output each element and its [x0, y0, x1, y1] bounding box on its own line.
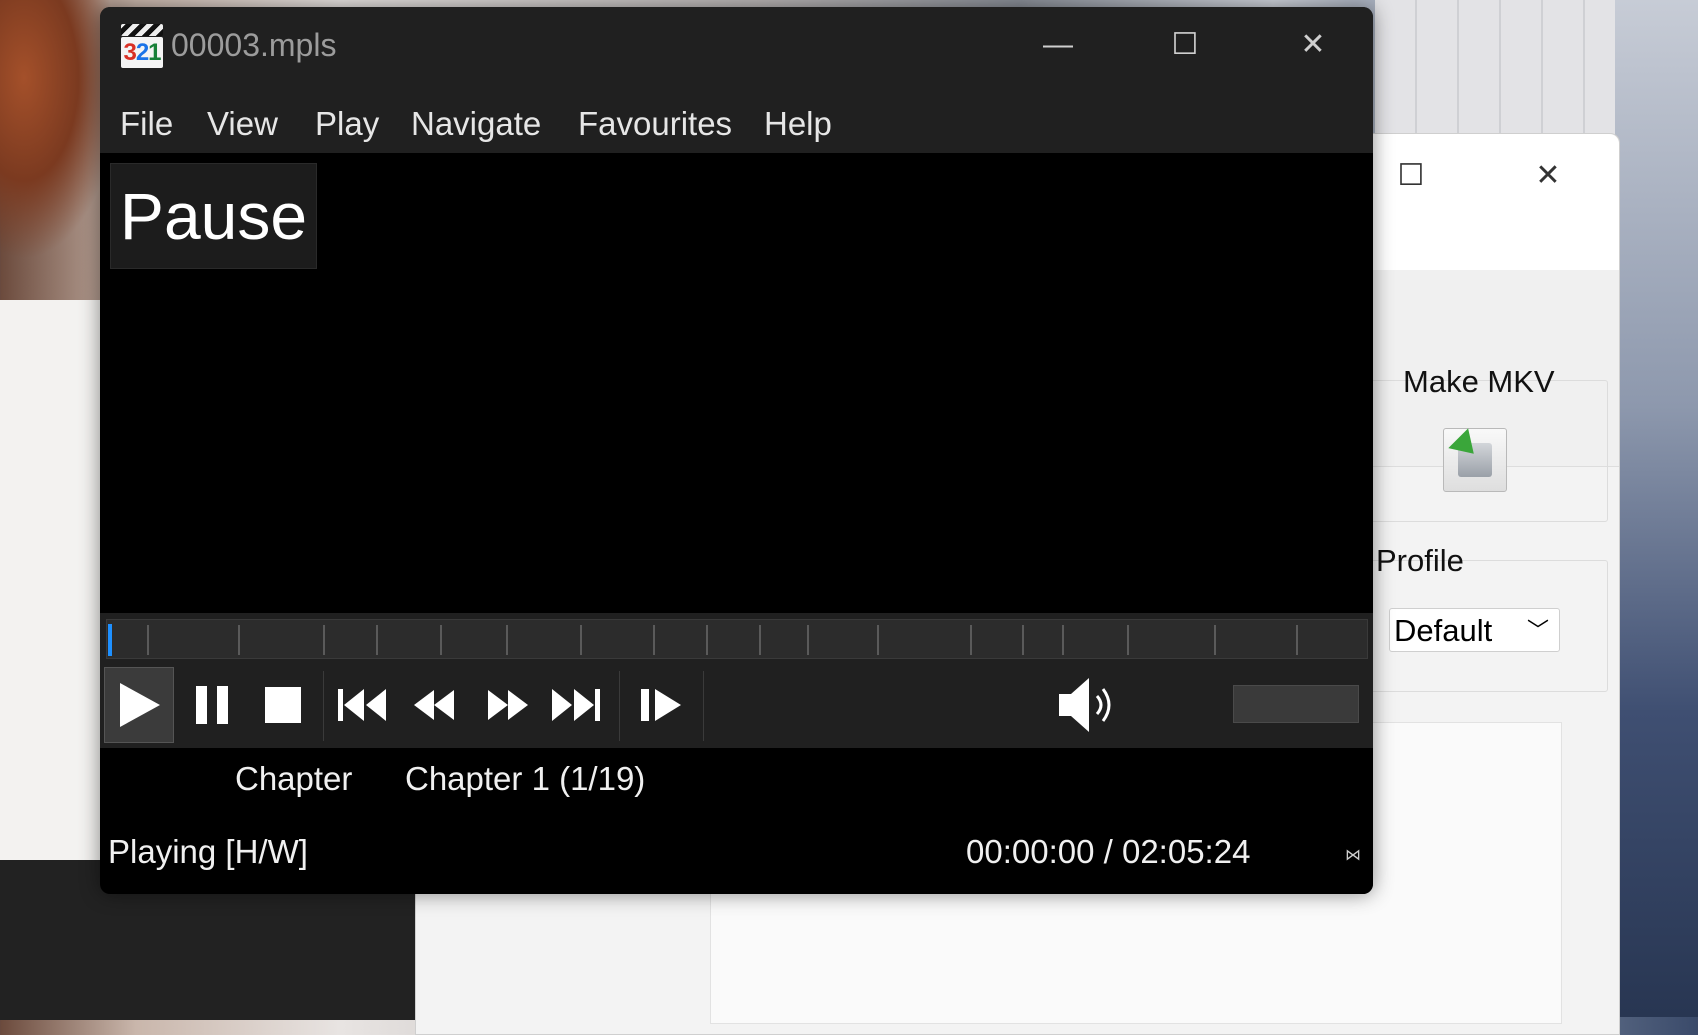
- separator: [323, 671, 324, 741]
- chapter-tick: [147, 625, 149, 655]
- play-button[interactable]: [104, 667, 174, 743]
- chapter-tick: [759, 625, 761, 655]
- close-icon[interactable]: ✕: [1283, 25, 1343, 65]
- frame-step-icon: [641, 689, 681, 721]
- stop-button[interactable]: [255, 667, 311, 743]
- profile-select[interactable]: Default ﹀: [1389, 608, 1560, 652]
- profile-label: Profile: [1376, 543, 1464, 578]
- info-label: Chapter: [235, 760, 353, 797]
- seek-position-marker[interactable]: [108, 624, 112, 656]
- info-value: Chapter 1 (1/19): [405, 760, 646, 797]
- make-mkv-button[interactable]: [1443, 428, 1507, 492]
- menu-view[interactable]: View: [207, 105, 278, 143]
- chapter-tick: [1062, 625, 1064, 655]
- speaker-icon: [1059, 678, 1111, 732]
- osd-message: Pause: [110, 163, 317, 269]
- chapter-tick: [970, 625, 972, 655]
- chapter-tick: [706, 625, 708, 655]
- chapter-tick: [1296, 625, 1298, 655]
- fast-forward-button[interactable]: [478, 667, 538, 743]
- previous-button[interactable]: [332, 667, 392, 743]
- chapter-tick: [877, 625, 879, 655]
- wallpaper-right: [1615, 0, 1698, 1017]
- chapter-tick: [376, 625, 378, 655]
- mute-button[interactable]: [1053, 667, 1123, 743]
- media-player-window[interactable]: 321 00003.mpls — ☐ ✕ File View Play Navi…: [100, 7, 1373, 894]
- info-panel: Chapter Chapter 1 (1/19): [100, 748, 1373, 812]
- profile-select-value: Default: [1394, 613, 1493, 648]
- rewind-icon: [414, 690, 454, 720]
- chapter-tick: [238, 625, 240, 655]
- chapter-tick: [1214, 625, 1216, 655]
- menu-play[interactable]: Play: [315, 105, 379, 143]
- pause-icon: [196, 686, 228, 724]
- menu-favourites[interactable]: Favourites: [578, 105, 732, 143]
- maximize-icon[interactable]: ☐: [1155, 25, 1215, 65]
- chapter-tick: [653, 625, 655, 655]
- minimize-icon[interactable]: —: [1028, 25, 1088, 65]
- controls-bar: [100, 663, 1373, 748]
- video-area[interactable]: Pause: [100, 153, 1373, 613]
- title-bar[interactable]: 321 00003.mpls — ☐ ✕: [100, 7, 1373, 83]
- maximize-icon[interactable]: ☐: [1391, 156, 1431, 196]
- play-icon: [120, 683, 160, 727]
- volume-slider[interactable]: [1233, 685, 1359, 723]
- frame-step-button[interactable]: [632, 667, 692, 743]
- chapter-tick: [506, 625, 508, 655]
- playback-status: Playing [H/W]: [108, 833, 308, 870]
- rewind-button[interactable]: [404, 667, 464, 743]
- skip-forward-icon: [552, 689, 600, 721]
- status-bar: Playing [H/W] 00:00:00 / 02:05:24 ⋈: [100, 811, 1373, 894]
- menu-help[interactable]: Help: [764, 105, 832, 143]
- seek-area: [100, 613, 1373, 663]
- fast-forward-icon: [488, 690, 528, 720]
- make-mkv-label: Make MKV: [1403, 364, 1555, 399]
- wallpaper-wall: [1375, 0, 1615, 140]
- menu-bar: File View Play Navigate Favourites Help: [100, 83, 1373, 153]
- close-icon[interactable]: ✕: [1528, 156, 1568, 196]
- chapter-tick: [323, 625, 325, 655]
- menu-navigate[interactable]: Navigate: [411, 105, 541, 143]
- next-button[interactable]: [546, 667, 606, 743]
- window-title: 00003.mpls: [171, 27, 337, 63]
- time-display[interactable]: 00:00:00 / 02:05:24: [966, 833, 1250, 871]
- skip-back-icon: [338, 689, 386, 721]
- chapter-tick: [807, 625, 809, 655]
- seek-bar[interactable]: [106, 619, 1368, 659]
- chapter-tick: [580, 625, 582, 655]
- chapter-tick: [440, 625, 442, 655]
- menu-file[interactable]: File: [120, 105, 173, 143]
- audio-status-icon: ⋈: [1345, 847, 1361, 864]
- app-clapperboard-icon: 321: [121, 24, 163, 70]
- separator: [703, 671, 704, 741]
- chevron-down-icon: ﹀: [1526, 618, 1549, 643]
- separator: [619, 671, 620, 741]
- chapter-tick: [1127, 625, 1129, 655]
- stop-icon: [265, 687, 301, 723]
- chapter-tick: [1022, 625, 1024, 655]
- pause-button[interactable]: [184, 667, 240, 743]
